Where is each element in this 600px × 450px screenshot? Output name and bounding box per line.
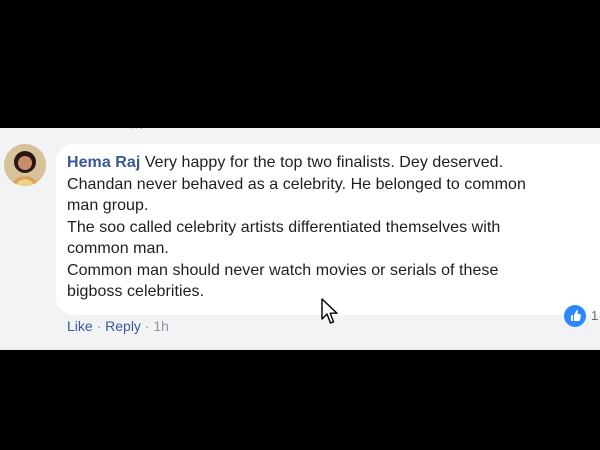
profile-photo xyxy=(4,144,46,186)
comment-text-line: common man. xyxy=(67,240,169,257)
divider xyxy=(0,347,600,350)
thumbs-up-icon-glyph xyxy=(571,310,581,321)
screenshot-viewport: ı ı ı Hema Raj Very happy for the top tw… xyxy=(0,0,600,450)
comment-text-line: Common man should never watch movies or … xyxy=(67,261,499,279)
timestamp[interactable]: 1h xyxy=(153,318,169,334)
reaction-summary[interactable]: 1 xyxy=(564,305,600,327)
author-name[interactable]: Hema Raj xyxy=(67,154,140,171)
thumbs-up-icon xyxy=(564,305,586,327)
comment-body: Hema Raj Very happy for the top two fina… xyxy=(67,152,592,303)
reply-link[interactable]: Reply xyxy=(105,318,141,334)
comment-text-line: The soo called celebrity artists differe… xyxy=(67,218,501,236)
action-separator: · xyxy=(96,318,102,334)
like-link[interactable]: Like xyxy=(67,318,93,334)
cropped-top-fragment: ı ı ı xyxy=(130,128,154,131)
comment-text-line: Chandan never behaved as a celebrity. He… xyxy=(67,175,526,193)
comment-text-line: man group. xyxy=(67,197,149,214)
comment-panel: ı ı ı Hema Raj Very happy for the top tw… xyxy=(0,128,600,350)
avatar[interactable] xyxy=(4,144,46,186)
reaction-count: 1 xyxy=(591,308,599,323)
mouse-pointer-icon xyxy=(320,297,340,325)
comment-actions: Like · Reply · 1h xyxy=(67,317,169,335)
comment-bubble: Hema Raj Very happy for the top two fina… xyxy=(56,144,600,315)
comment-text-line: Very happy for the top two finalists. De… xyxy=(144,154,504,171)
mouse-pointer-icon-glyph xyxy=(321,298,338,324)
action-separator: · xyxy=(144,318,150,334)
comment-first-line: Hema Raj Very happy for the top two fina… xyxy=(67,152,592,174)
